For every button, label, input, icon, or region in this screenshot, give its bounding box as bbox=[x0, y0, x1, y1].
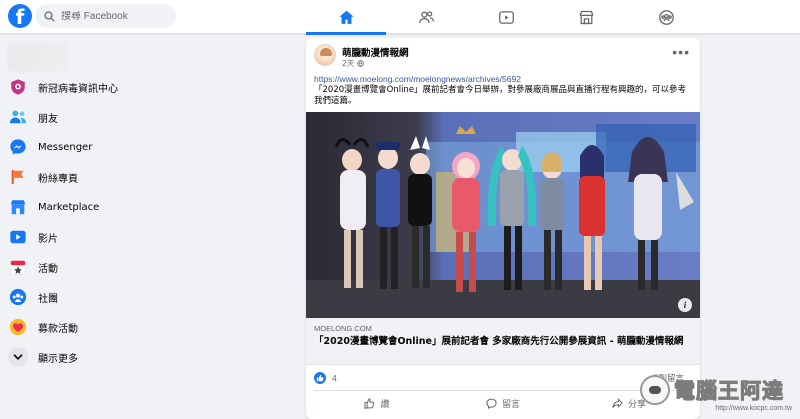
sidebar-item-label: 顯示更多 bbox=[38, 353, 78, 365]
globe-icon bbox=[357, 60, 365, 67]
link-title: 「2020漫畫博覽會Online」展前記者會 多家廠商先行公開參展資訊 - 萌朧… bbox=[314, 336, 684, 347]
post-link[interactable]: https://www.moelong.com/moelongnews/arch… bbox=[314, 74, 521, 84]
comment-icon bbox=[486, 398, 497, 409]
video-icon bbox=[8, 227, 28, 247]
comment-button[interactable]: 留言 bbox=[440, 391, 566, 416]
facebook-logo[interactable]: f bbox=[8, 4, 32, 28]
tab-groups[interactable] bbox=[626, 0, 706, 34]
search-box[interactable] bbox=[36, 4, 176, 28]
sidebar-item-label: 粉絲專頁 bbox=[38, 173, 78, 185]
fundraiser-icon bbox=[8, 317, 28, 337]
sidebar-item-groups[interactable]: 社團 bbox=[8, 284, 228, 310]
main-tabs bbox=[306, 0, 706, 35]
sidebar-item-videos[interactable]: 影片 bbox=[8, 224, 228, 250]
watermark-text: 電腦王阿達 bbox=[674, 379, 784, 404]
sidebar-item-events[interactable]: 活動 bbox=[8, 254, 228, 280]
post-actions: 讚 留言 分享 bbox=[314, 390, 692, 416]
photo-info-icon[interactable]: i bbox=[678, 298, 692, 312]
reactions-bar: 4 2則留言 bbox=[314, 371, 692, 385]
sidebar-item-pages[interactable]: 粉絲專頁 bbox=[8, 164, 228, 190]
top-navigation-bar: f bbox=[0, 0, 800, 35]
sidebar-item-label: 募款活動 bbox=[38, 323, 78, 335]
like-reaction-icon[interactable] bbox=[314, 372, 326, 384]
chevron-down-icon bbox=[8, 347, 28, 367]
tab-home[interactable] bbox=[306, 0, 386, 35]
tab-watch[interactable] bbox=[466, 0, 546, 34]
left-sidebar: 新冠病毒資訊中心 朋友 Messenger 粉絲專頁 Marketplace 影… bbox=[0, 34, 240, 419]
marketplace-icon bbox=[579, 10, 593, 24]
sidebar-item-label: 新冠病毒資訊中心 bbox=[38, 83, 118, 95]
friends-icon bbox=[8, 107, 28, 127]
more-options-icon[interactable]: ••• bbox=[672, 45, 690, 59]
sidebar-show-more[interactable]: 顯示更多 bbox=[8, 344, 228, 370]
sidebar-item-fundraisers[interactable]: 募款活動 bbox=[8, 314, 228, 340]
share-icon bbox=[612, 398, 623, 408]
like-label: 讚 bbox=[380, 400, 390, 410]
sidebar-item-label: 影片 bbox=[38, 233, 58, 245]
watermark-url: http://www.kocpc.com.tw bbox=[715, 405, 792, 412]
sidebar-item-label: Marketplace bbox=[38, 201, 100, 213]
groups-icon bbox=[8, 287, 28, 307]
link-domain: MOELONG.COM bbox=[314, 324, 372, 333]
sidebar-item-friends[interactable]: 朋友 bbox=[8, 104, 228, 130]
sidebar-item-messenger[interactable]: Messenger bbox=[8, 134, 228, 160]
marketplace-icon bbox=[8, 197, 28, 217]
news-feed-post: 萌朧動漫情報網 2天 ••• https://www.moelong.com/m… bbox=[306, 38, 700, 419]
events-icon bbox=[8, 257, 28, 277]
home-icon bbox=[338, 10, 354, 24]
post-page-name[interactable]: 萌朧動漫情報網 bbox=[342, 45, 409, 59]
sidebar-item-label: 社團 bbox=[38, 293, 58, 305]
sidebar-item-marketplace[interactable]: Marketplace bbox=[8, 194, 228, 220]
search-icon bbox=[44, 10, 55, 22]
page-avatar[interactable] bbox=[314, 44, 336, 66]
sidebar-item-label: Messenger bbox=[38, 141, 93, 153]
sidebar-item-label: 朋友 bbox=[38, 113, 58, 125]
messenger-icon bbox=[8, 137, 28, 157]
groups-icon bbox=[658, 9, 674, 25]
cosplay-photo-illustration bbox=[306, 112, 700, 318]
tab-marketplace[interactable] bbox=[546, 0, 626, 34]
sidebar-item-label: 活動 bbox=[38, 263, 58, 275]
post-photo[interactable]: i bbox=[306, 112, 700, 318]
search-input[interactable] bbox=[61, 10, 171, 22]
site-watermark: 電腦王阿達 http://www.kocpc.com.tw bbox=[640, 371, 796, 417]
covid-info-icon bbox=[8, 77, 28, 97]
post-time[interactable]: 2天 bbox=[342, 58, 354, 69]
post-text: 「2020漫畫博覽會Online」展前記者會今日舉辦，對參展廠商展品與直播行程有… bbox=[314, 85, 687, 106]
watermark-logo bbox=[640, 375, 670, 405]
profile-name-blurred[interactable] bbox=[8, 42, 70, 72]
like-button[interactable]: 讚 bbox=[314, 391, 440, 416]
watch-icon bbox=[498, 10, 514, 24]
friends-icon bbox=[418, 10, 434, 23]
reaction-count[interactable]: 4 bbox=[332, 373, 337, 383]
post-meta: 2天 bbox=[342, 58, 365, 69]
sidebar-item-covid-info[interactable]: 新冠病毒資訊中心 bbox=[8, 74, 228, 100]
link-preview[interactable]: MOELONG.COM 「2020漫畫博覽會Online」展前記者會 多家廠商先… bbox=[306, 318, 700, 365]
pages-flag-icon bbox=[8, 167, 28, 187]
tab-friends[interactable] bbox=[386, 0, 466, 34]
thumbs-up-icon bbox=[364, 398, 375, 409]
comment-label: 留言 bbox=[501, 400, 520, 410]
